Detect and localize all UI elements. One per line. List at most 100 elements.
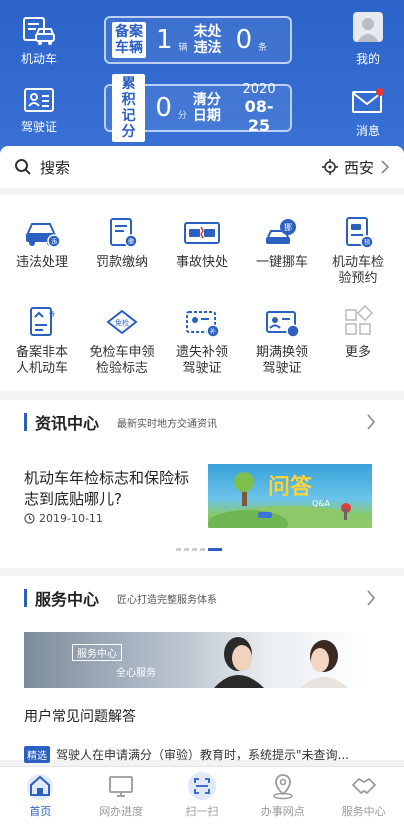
grid-item-accident[interactable]: 事故快处 <box>162 215 242 271</box>
section-accent-bar <box>24 413 27 431</box>
image-title: 问答 <box>268 474 313 500</box>
vehicle-icon <box>23 17 55 45</box>
avatar-icon <box>353 12 383 42</box>
vehicle-label: 机动车 <box>20 52 57 66</box>
service-banner[interactable]: 服务中心 全心服务 <box>24 632 370 688</box>
unhandled-label: 未处违法 <box>193 24 222 56</box>
faq-title[interactable]: 用户常见问题解答 <box>24 706 136 726</box>
points-label: 累积记分 <box>112 74 146 142</box>
monitor-icon <box>109 776 134 797</box>
vehicle-button[interactable]: 机动车 <box>8 10 70 70</box>
grid-item-register[interactable]: 备 备案非本人机动车 <box>2 305 82 377</box>
grid-item-reissue[interactable]: 补 遗失补领驾驶证 <box>162 305 242 377</box>
nav-home[interactable]: 首页 <box>0 767 81 826</box>
nav-service[interactable]: 服务中心 <box>323 767 404 826</box>
nav-label: 网办进度 <box>99 805 144 818</box>
record-unit: 辆 <box>178 42 188 53</box>
carousel-indicator <box>176 548 222 551</box>
nav-label: 办事网点 <box>260 805 305 818</box>
city-selector[interactable]: 西安 <box>344 157 374 178</box>
record-count: 1 <box>156 25 173 55</box>
operator-illustration <box>214 637 348 688</box>
points-card[interactable]: 累积记分 0 分 清分日期 2020 08-25 <box>104 74 292 142</box>
grid-item-fine[interactable]: 缴 罚款缴纳 <box>82 215 162 271</box>
svg-text:补: 补 <box>210 328 216 336</box>
chevron-right-icon <box>381 160 390 174</box>
nav-label: 首页 <box>29 805 52 818</box>
license-icon <box>24 88 54 112</box>
exempt-icon: 免检 <box>106 309 138 335</box>
points-unit: 分 <box>177 110 187 121</box>
header: 机动车 驾驶证 备案车辆 1 辆 未处违法 0 条 累积记分 0 分 清分日期 … <box>0 0 404 168</box>
grid-label: 遗失补领驾驶证 <box>176 345 229 376</box>
news-header[interactable]: 资讯中心 最新实时地方交通资讯 <box>0 400 404 444</box>
faq-text: 驾驶人在申请满分（审验）教育时，系统提示"未查询... <box>56 748 349 762</box>
notification-dot <box>376 88 384 96</box>
unhandled-count: 0 <box>235 25 253 55</box>
grid-item-exempt[interactable]: 免检 免检车申领检验标志 <box>82 305 162 377</box>
mine-label: 我的 <box>355 52 380 66</box>
grid-label: 更多 <box>344 345 371 360</box>
car-violation-icon: 违 <box>26 223 61 248</box>
record-card[interactable]: 备案车辆 1 辆 未处违法 0 条 <box>104 16 292 64</box>
search-bar[interactable]: 搜索 西安 <box>0 146 404 188</box>
grid-label: 罚款缴纳 <box>95 255 148 270</box>
carousel-dot <box>200 548 205 551</box>
grid-label: 期满换领驾驶证 <box>256 345 309 376</box>
register-icon: 备 <box>30 307 55 336</box>
qa-illustration: 问答 Q&A <box>208 472 372 528</box>
news-section: 资讯中心 最新实时地方交通资讯 机动车年检标志和保险标志到底贴哪儿? 2019-… <box>0 400 404 568</box>
service-grid: 违 违法处理 缴 罚款缴纳 事故快处 挪 一键挪车 预 机动车检验预约 备 备案… <box>0 195 404 391</box>
grid-item-more[interactable]: 更多 <box>318 305 398 361</box>
grid-label: 备案非本人机动车 <box>16 345 69 376</box>
license-button[interactable]: 驾驶证 <box>8 80 70 140</box>
svg-text:预: 预 <box>364 239 370 247</box>
service-subtitle: 匠心打造完整服务体系 <box>117 594 218 606</box>
clear-date-label: 清分日期 <box>192 92 221 124</box>
renew-license-icon <box>266 311 300 338</box>
grid-item-move-car[interactable]: 挪 一键挪车 <box>242 215 322 271</box>
chevron-right-icon <box>367 590 376 606</box>
inspection-icon: 预 <box>346 217 374 249</box>
nav-label: 扫一扫 <box>185 805 219 818</box>
move-car-icon: 挪 <box>266 219 296 244</box>
mine-button[interactable]: 我的 <box>342 12 394 67</box>
news-article-date: 2019-10-11 <box>39 512 103 525</box>
grid-label: 免检车申领检验标志 <box>89 345 155 376</box>
section-accent-bar <box>24 589 27 607</box>
locate-icon <box>321 159 338 175</box>
carousel-dot-active <box>208 548 222 551</box>
nav-scan[interactable]: 扫一扫 <box>162 767 243 826</box>
svg-text:免检: 免检 <box>115 318 129 327</box>
grid-item-violation[interactable]: 违 违法处理 <box>2 215 82 271</box>
image-subtitle: Q&A <box>312 499 331 508</box>
search-icon <box>15 159 31 175</box>
news-article-title[interactable]: 机动车年检标志和保险标志到底贴哪儿? <box>24 468 200 510</box>
reissue-license-icon: 补 <box>186 311 220 338</box>
points-value: 0 <box>155 93 172 123</box>
carousel-dot <box>184 548 189 551</box>
nav-outlets[interactable]: 办事网点 <box>242 767 323 826</box>
news-article-image[interactable]: 问答 Q&A <box>208 464 372 528</box>
record-label: 备案车辆 <box>112 22 146 58</box>
grid-item-inspection[interactable]: 预 机动车检验预约 <box>318 215 398 287</box>
more-icon <box>345 305 374 335</box>
svg-text:缴: 缴 <box>128 238 134 246</box>
featured-tag: 精选 <box>24 746 50 763</box>
chevron-right-icon <box>367 414 376 430</box>
svg-text:违: 违 <box>51 239 57 246</box>
location-icon <box>273 774 293 800</box>
message-button[interactable]: 消息 <box>342 86 394 139</box>
service-header[interactable]: 服务中心 匠心打造完整服务体系 <box>0 576 404 620</box>
clear-date: 2020 08-25 <box>234 82 284 135</box>
news-title: 资讯中心 <box>35 414 100 433</box>
grid-item-renew[interactable]: 期满换领驾驶证 <box>242 305 322 377</box>
grid-label: 一键挪车 <box>255 255 308 270</box>
nav-progress[interactable]: 网办进度 <box>81 767 162 826</box>
home-icon <box>27 774 54 800</box>
faq-item[interactable]: 精选 驾驶人在申请满分（审验）教育时，系统提示"未查询... <box>24 746 370 763</box>
service-title: 服务中心 <box>35 590 100 609</box>
clock-icon <box>24 513 35 524</box>
envelope-icon <box>352 88 384 113</box>
search-input[interactable]: 搜索 <box>40 157 322 178</box>
